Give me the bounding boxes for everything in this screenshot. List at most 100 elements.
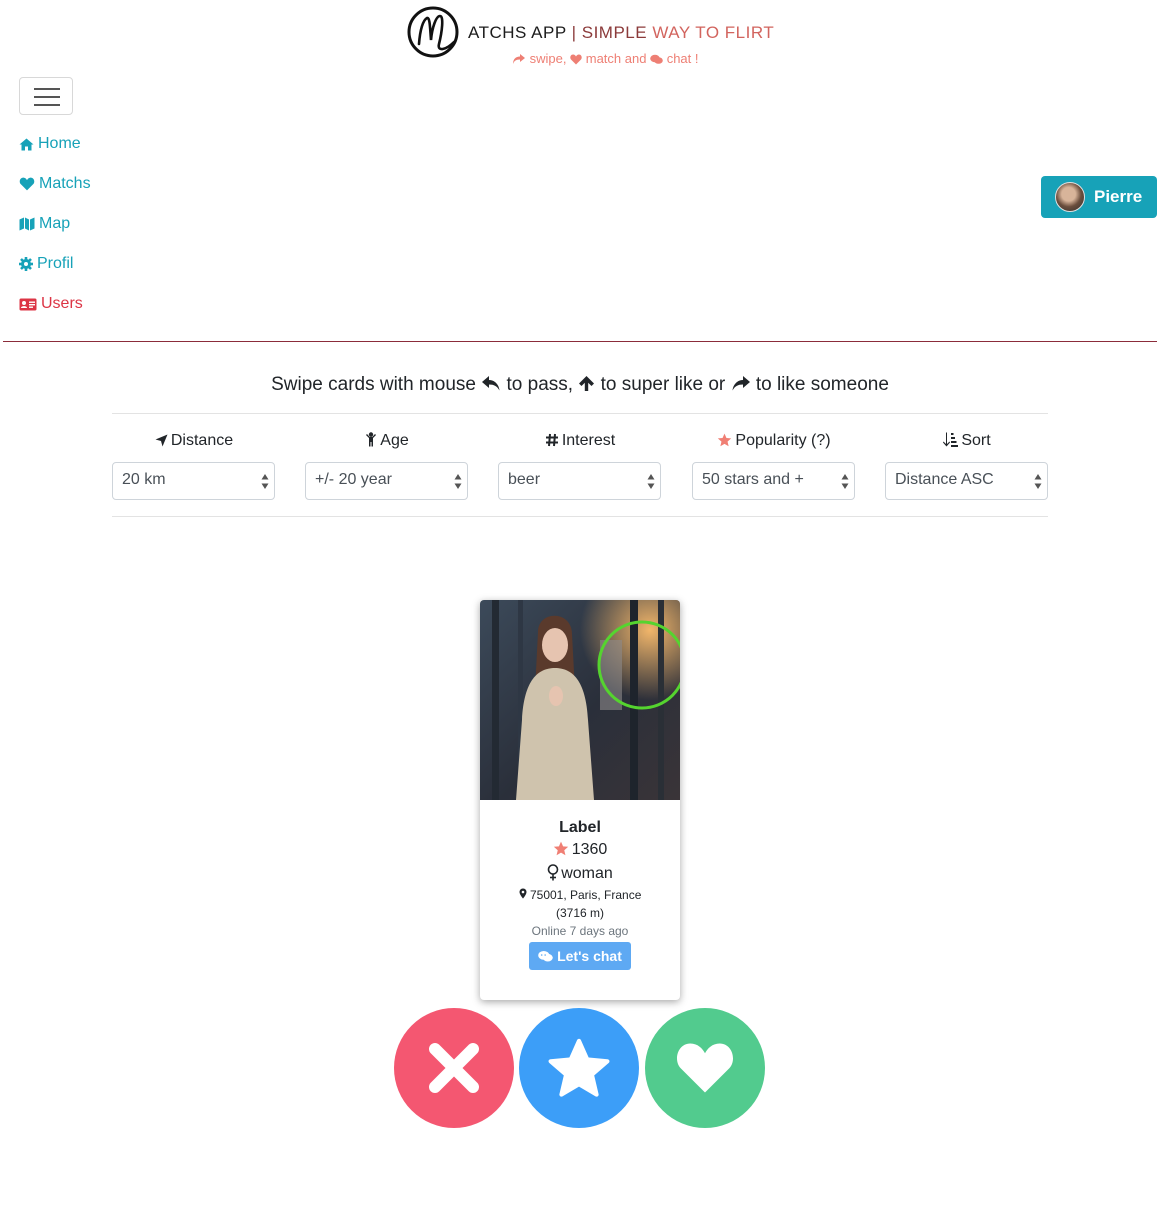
hamburger-line — [34, 96, 60, 98]
instructions-text-4: to like someone — [755, 374, 889, 395]
instructions-text-3: to super like or — [600, 374, 726, 395]
filter-popularity-label: Popularity (?) — [692, 432, 856, 454]
header: ATCHS APP | SIMPLE WAY TO FLIRT swipe, m… — [0, 0, 1163, 80]
navbar-toggler-button[interactable] — [19, 77, 73, 115]
title-separator: | — [566, 23, 582, 42]
subtitle-chat: chat ! — [666, 51, 699, 66]
sort-select-value: Distance ASC — [895, 471, 994, 488]
hamburger-line — [34, 104, 60, 106]
filter-sort-text: Sort — [961, 432, 991, 449]
heart-icon — [570, 54, 582, 65]
profile-distance: (3716 m) — [555, 906, 605, 920]
nav-matchs-label: Matchs — [39, 175, 91, 192]
home-icon — [19, 138, 34, 150]
app-subtitle: swipe, match and chat ! — [512, 51, 698, 66]
filter-distance: Distance 20 km — [112, 432, 276, 500]
arrow-up-icon — [579, 376, 595, 391]
header-divider — [3, 341, 1157, 342]
popularity-select[interactable]: 50 stars and + — [692, 462, 855, 500]
share-icon — [732, 376, 750, 391]
age-select-value: +/- 20 year — [315, 471, 392, 488]
sort-icon — [943, 432, 959, 447]
filter-distance-text: Distance — [170, 432, 234, 449]
filter-sort-label: Sort — [885, 432, 1049, 454]
comments-icon — [538, 950, 553, 961]
popularity-select-value: 50 stars and + — [702, 471, 804, 488]
filters-bottom-rule — [112, 516, 1048, 517]
nav-profil-label: Profil — [37, 255, 74, 272]
profile-card[interactable]: Label 1360 woman 75001, Paris, France (3… — [480, 600, 680, 1000]
gear-icon — [19, 257, 33, 271]
pass-button[interactable] — [394, 1008, 514, 1128]
heart-icon — [19, 177, 35, 191]
filter-interest: Interest beer — [498, 432, 662, 500]
app-name: ATCHS APP — [468, 23, 567, 42]
filter-interest-text: Interest — [561, 432, 616, 449]
distance-select[interactable]: 20 km — [112, 462, 275, 500]
select-arrows-icon — [454, 474, 462, 489]
instructions-text-2: to pass, — [506, 374, 574, 395]
profile-location: 75001, Paris, France — [480, 886, 680, 904]
nav-map-label: Map — [39, 215, 71, 232]
m-monogram-logo[interactable] — [406, 6, 462, 58]
nav-map[interactable]: Map — [19, 204, 91, 244]
profile-name: Label — [559, 819, 601, 836]
swipe-instructions: Swipe cards with mouse to pass, to super… — [0, 374, 1160, 396]
profile-card-body: Label 1360 woman 75001, Paris, France (3… — [480, 818, 680, 970]
age-select[interactable]: +/- 20 year — [305, 462, 468, 500]
nav-matchs[interactable]: Matchs — [19, 164, 91, 204]
sort-select[interactable]: Distance ASC — [885, 462, 1048, 500]
interest-select-value: beer — [508, 471, 541, 488]
share-icon — [513, 54, 525, 64]
interest-select[interactable]: beer — [498, 462, 661, 500]
comments-icon — [650, 54, 663, 64]
profile-online-status: Online 7 days ago — [531, 924, 629, 938]
map-icon — [19, 217, 35, 231]
gender-value: woman — [561, 865, 613, 882]
filter-interest-label: Interest — [498, 432, 662, 454]
location-value: 75001, Paris, France — [529, 888, 642, 902]
main-nav: Home Matchs Map Profil Users — [19, 124, 91, 324]
heart-icon — [676, 1043, 734, 1093]
lets-chat-button[interactable]: Let's chat — [529, 942, 631, 970]
user-profile-button[interactable]: Pierre — [1041, 176, 1157, 218]
lets-chat-label: Let's chat — [557, 948, 622, 964]
subtitle-match: match and — [585, 51, 647, 66]
filter-age-text: Age — [380, 432, 409, 449]
subtitle-swipe: swipe, — [529, 51, 567, 66]
instructions-text-1: Swipe cards with mouse — [271, 374, 476, 395]
user-name: Pierre — [1094, 187, 1143, 206]
hamburger-line — [34, 88, 60, 90]
reply-icon — [482, 376, 500, 391]
star-icon — [553, 841, 568, 856]
distance-select-value: 20 km — [122, 471, 166, 488]
filter-popularity: Popularity (?) 50 stars and + — [692, 432, 856, 500]
filter-popularity-text: Popularity (?) — [735, 432, 831, 449]
select-arrows-icon — [647, 474, 655, 489]
map-marker-icon — [519, 888, 527, 899]
select-arrows-icon — [261, 474, 269, 489]
tagline-part: SIMPLE — [581, 23, 653, 42]
nav-users-label: Users — [41, 295, 83, 312]
nav-profil[interactable]: Profil — [19, 244, 91, 284]
profile-photo — [480, 600, 680, 800]
filter-sort: Sort Distance ASC — [885, 432, 1049, 500]
star-icon — [548, 1038, 610, 1097]
profile-gender: woman — [480, 862, 680, 886]
filter-age-label: Age — [305, 432, 469, 454]
super-like-button[interactable] — [519, 1008, 639, 1128]
filter-distance-label: Distance — [112, 432, 276, 454]
close-icon — [429, 1043, 479, 1093]
nav-users[interactable]: Users — [19, 284, 91, 324]
select-arrows-icon — [1034, 474, 1042, 489]
filters-top-rule — [112, 413, 1048, 414]
star-icon — [718, 433, 732, 447]
popularity-score: 1360 — [571, 841, 608, 858]
select-arrows-icon — [841, 474, 849, 489]
tagline-highlight: WAY TO FLIRT — [652, 23, 775, 42]
hashtag-icon — [545, 433, 558, 447]
like-button[interactable] — [645, 1008, 765, 1128]
filter-age: Age +/- 20 year — [305, 432, 469, 500]
id-card-icon — [19, 298, 37, 310]
nav-home[interactable]: Home — [19, 124, 91, 164]
